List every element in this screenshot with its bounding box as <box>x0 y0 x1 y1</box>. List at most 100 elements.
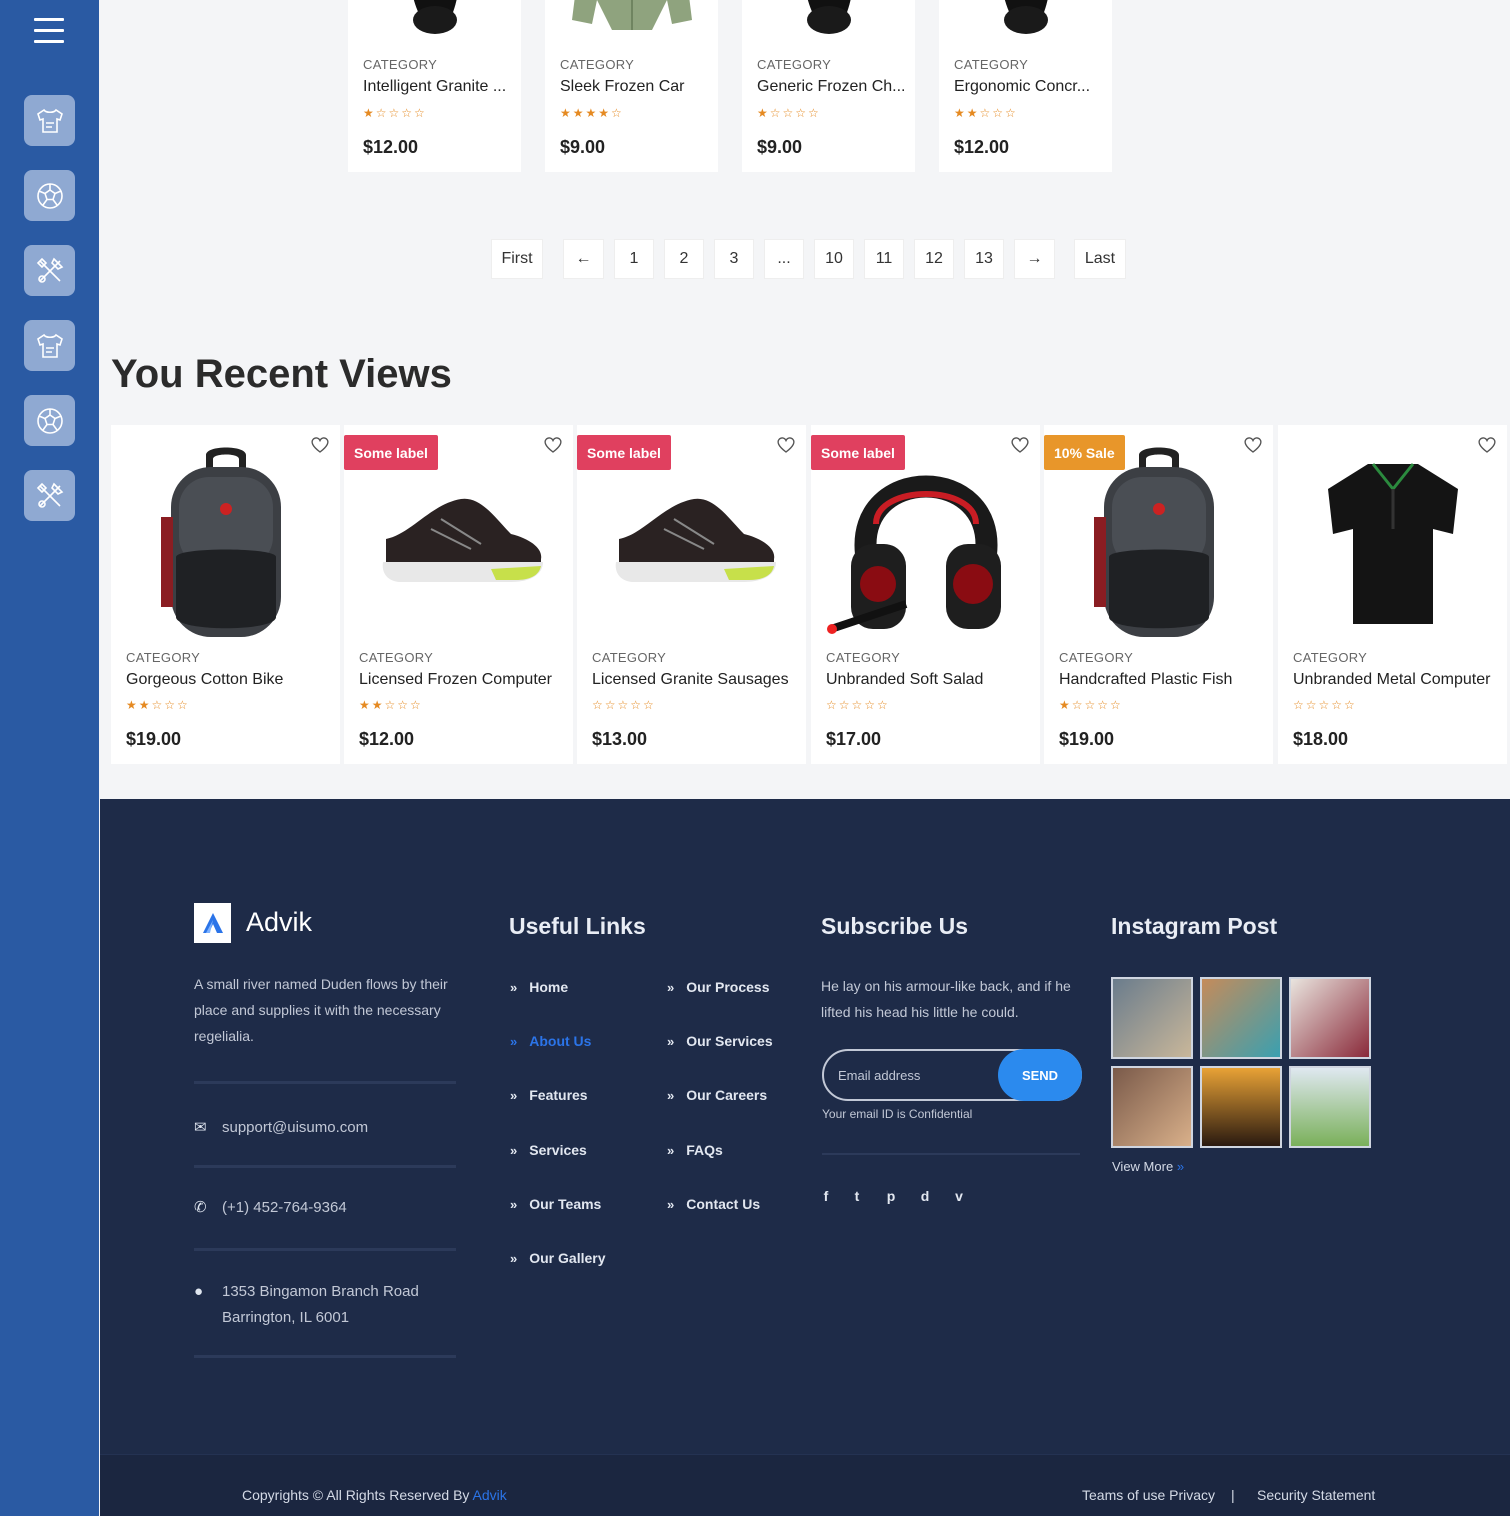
recent-product-card[interactable]: 10% Sale CATEGORY Handcrafted Plastic Fi… <box>1044 425 1273 764</box>
product-card[interactable]: CATEGORY Sleek Frozen Car ★★★★☆ $9.00 <box>545 0 718 172</box>
page-button[interactable]: ... <box>764 239 804 279</box>
recent-product-card[interactable]: Some label CATEGORY Licensed Granite Sau… <box>577 425 806 764</box>
footer-link[interactable]: » Our Teams <box>510 1196 601 1212</box>
page-button[interactable]: 10 <box>814 239 854 279</box>
security-link[interactable]: Security Statement <box>1257 1487 1375 1503</box>
dribbble-icon[interactable]: d <box>915 1186 935 1206</box>
page-button[interactable]: 3 <box>714 239 754 279</box>
page-last-button[interactable]: Last <box>1074 239 1126 279</box>
send-button[interactable]: SEND <box>998 1049 1082 1101</box>
footer-link[interactable]: » Our Services <box>667 1033 773 1049</box>
sidebar <box>0 0 99 1516</box>
view-more-link[interactable]: View More » <box>1112 1159 1184 1174</box>
product-name[interactable]: Licensed Frozen Computer <box>359 671 569 689</box>
vimeo-icon[interactable]: v <box>949 1186 969 1206</box>
product-card[interactable]: CATEGORY Generic Frozen Ch... ★☆☆☆☆ $9.0… <box>742 0 915 172</box>
footer-link[interactable]: » Home <box>510 979 568 995</box>
phone-text: (+1) 452-764-9364 <box>222 1199 347 1216</box>
footer-link[interactable]: » Our Gallery <box>510 1250 606 1266</box>
sidebar-item-soccer-ball[interactable] <box>24 170 75 221</box>
page-first-button[interactable]: First <box>491 239 543 279</box>
heart-icon[interactable] <box>1010 435 1030 455</box>
product-image[interactable] <box>1044 439 1273 649</box>
product-name[interactable]: Handcrafted Plastic Fish <box>1059 671 1269 689</box>
heart-icon[interactable] <box>543 435 563 455</box>
facebook-icon[interactable]: f <box>816 1186 836 1206</box>
double-chevron-right-icon: » <box>667 980 675 995</box>
twitter-icon[interactable]: t <box>847 1186 867 1206</box>
product-price: $18.00 <box>1293 729 1349 749</box>
heart-icon[interactable] <box>310 435 330 455</box>
page-button[interactable]: 12 <box>914 239 954 279</box>
recent-product-card[interactable]: CATEGORY Gorgeous Cotton Bike ★★☆☆☆ $19.… <box>111 425 340 764</box>
recent-product-card[interactable]: Some label CATEGORY Licensed Frozen Comp… <box>344 425 573 764</box>
page-button[interactable]: 13 <box>964 239 1004 279</box>
product-card[interactable]: CATEGORY Intelligent Granite ... ★☆☆☆☆ $… <box>348 0 521 172</box>
brand-logo-icon[interactable] <box>194 903 231 943</box>
footer-link[interactable]: » Our Careers <box>667 1087 767 1103</box>
product-image[interactable] <box>348 0 521 48</box>
sidebar-item-shirt[interactable] <box>24 95 75 146</box>
product-image[interactable] <box>344 439 573 649</box>
recent-product-card[interactable]: CATEGORY Unbranded Metal Computer ☆☆☆☆☆ … <box>1278 425 1507 764</box>
product-image[interactable] <box>111 439 340 649</box>
rating-stars: ★★★★☆ <box>560 106 624 120</box>
footer-link[interactable]: » Services <box>510 1142 587 1158</box>
instagram-photo[interactable] <box>1289 1066 1371 1148</box>
product-name[interactable]: Gorgeous Cotton Bike <box>126 671 336 689</box>
product-price: $17.00 <box>826 729 882 749</box>
product-name[interactable]: Sleek Frozen Car <box>560 78 710 96</box>
heart-icon[interactable] <box>1477 435 1497 455</box>
copyright-brand-link[interactable]: Advik <box>473 1487 507 1503</box>
instagram-photo[interactable] <box>1289 977 1371 1059</box>
page-prev-button[interactable]: ← <box>563 239 604 279</box>
product-name[interactable]: Intelligent Granite ... <box>363 78 513 96</box>
instagram-photo[interactable] <box>1111 977 1193 1059</box>
product-name[interactable]: Unbranded Metal Computer <box>1293 671 1503 689</box>
instagram-photo[interactable] <box>1200 1066 1282 1148</box>
sidebar-item-tools[interactable] <box>24 245 75 296</box>
product-name[interactable]: Licensed Granite Sausages <box>592 671 802 689</box>
terms-link[interactable]: Teams of use Privacy <box>1082 1487 1215 1503</box>
pinterest-icon[interactable]: p <box>881 1186 901 1206</box>
heart-icon[interactable] <box>776 435 796 455</box>
menu-icon[interactable] <box>34 18 64 46</box>
heart-icon[interactable] <box>1243 435 1263 455</box>
contact-phone[interactable]: ✆ (+1) 452-764-9364 <box>194 1195 347 1221</box>
product-name[interactable]: Unbranded Soft Salad <box>826 671 1036 689</box>
product-image[interactable] <box>939 0 1112 48</box>
product-category: CATEGORY <box>363 57 438 72</box>
product-image[interactable] <box>577 439 806 649</box>
product-image[interactable] <box>811 439 1040 649</box>
product-price: $9.00 <box>560 137 606 157</box>
footer-link[interactable]: » Contact Us <box>667 1196 760 1212</box>
product-image[interactable] <box>1278 439 1507 649</box>
page-next-button[interactable]: → <box>1014 239 1055 279</box>
brand-name[interactable]: Advik <box>246 907 312 938</box>
product-price: $19.00 <box>126 729 182 749</box>
address-line2: Barrington, IL 6001 <box>222 1309 350 1326</box>
contact-email[interactable]: ✉ support@uisumo.com <box>194 1115 368 1141</box>
footer-link[interactable]: » FAQs <box>667 1142 723 1158</box>
page-button[interactable]: 2 <box>664 239 704 279</box>
footer-link[interactable]: » Features <box>510 1087 588 1103</box>
sidebar-item-shirt[interactable] <box>24 320 75 371</box>
footer-link[interactable]: » Our Process <box>667 979 770 995</box>
instagram-photo[interactable] <box>1111 1066 1193 1148</box>
email-subscribe-box: SEND <box>822 1049 1082 1101</box>
page-button[interactable]: 11 <box>864 239 904 279</box>
email-input[interactable] <box>838 1064 998 1086</box>
page-button[interactable]: 1 <box>614 239 654 279</box>
product-card[interactable]: CATEGORY Ergonomic Concr... ★★☆☆☆ $12.00 <box>939 0 1112 172</box>
product-image[interactable] <box>742 0 915 48</box>
sidebar-item-soccer-ball[interactable] <box>24 395 75 446</box>
product-image[interactable] <box>545 0 718 48</box>
sidebar-item-tools[interactable] <box>24 470 75 521</box>
product-name[interactable]: Generic Frozen Ch... <box>757 78 907 96</box>
product-name[interactable]: Ergonomic Concr... <box>954 78 1104 96</box>
footer-link-label: Our Careers <box>686 1087 768 1103</box>
rating-stars: ★☆☆☆☆ <box>363 106 427 120</box>
instagram-photo[interactable] <box>1200 977 1282 1059</box>
footer-link[interactable]: » About Us <box>510 1033 591 1049</box>
recent-product-card[interactable]: Some label CATEGORY Unbranded Soft Salad… <box>811 425 1040 764</box>
